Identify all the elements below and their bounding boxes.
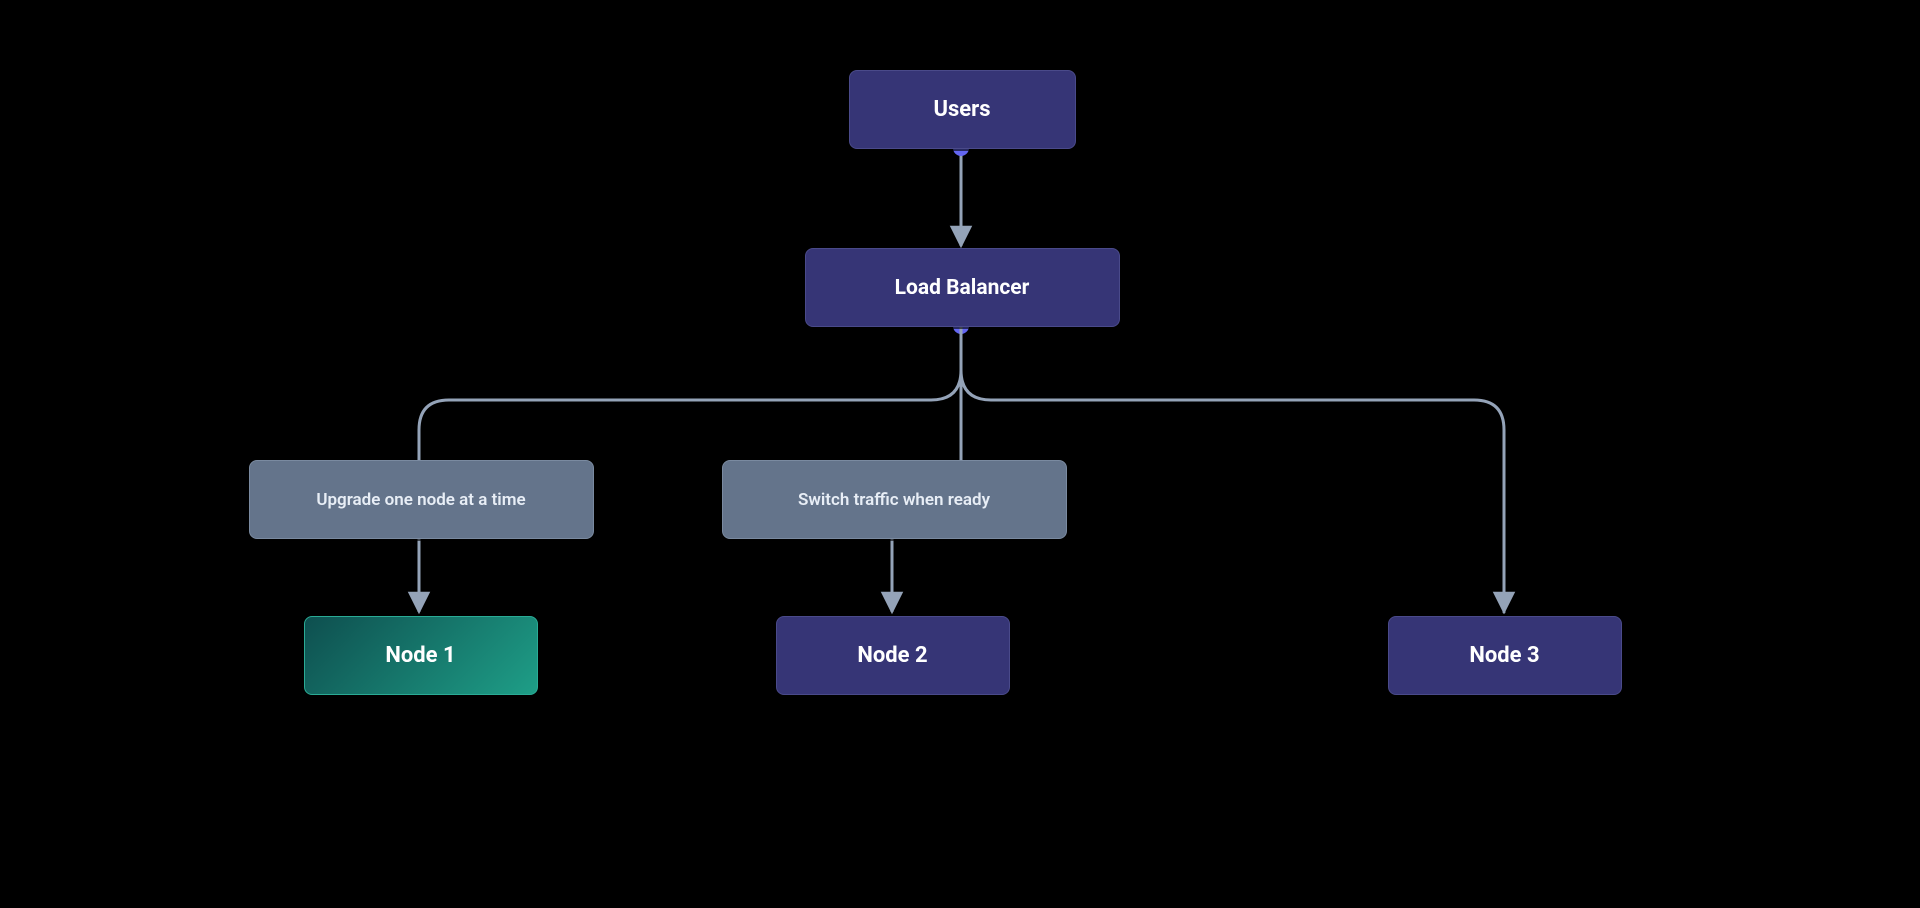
load-balancer-label: Load Balancer bbox=[895, 276, 1030, 300]
node-2-box: Node 2 bbox=[776, 616, 1010, 695]
load-balancer-box: Load Balancer bbox=[805, 248, 1120, 327]
note-switch-box: Switch traffic when ready bbox=[722, 460, 1067, 539]
node-2-label: Node 2 bbox=[857, 643, 927, 668]
diagram-canvas: Users Load Balancer Upgrade one node at … bbox=[174, 0, 1747, 771]
note-switch-label: Switch traffic when ready bbox=[798, 490, 990, 510]
node-3-label: Node 3 bbox=[1469, 643, 1539, 668]
users-box: Users bbox=[849, 70, 1076, 149]
node-3-box: Node 3 bbox=[1388, 616, 1622, 695]
users-label: Users bbox=[933, 97, 990, 122]
node-1-box: Node 1 bbox=[304, 616, 538, 695]
note-upgrade-label: Upgrade one node at a time bbox=[316, 490, 525, 510]
node-1-label: Node 1 bbox=[385, 643, 455, 668]
note-upgrade-box: Upgrade one node at a time bbox=[249, 460, 594, 539]
